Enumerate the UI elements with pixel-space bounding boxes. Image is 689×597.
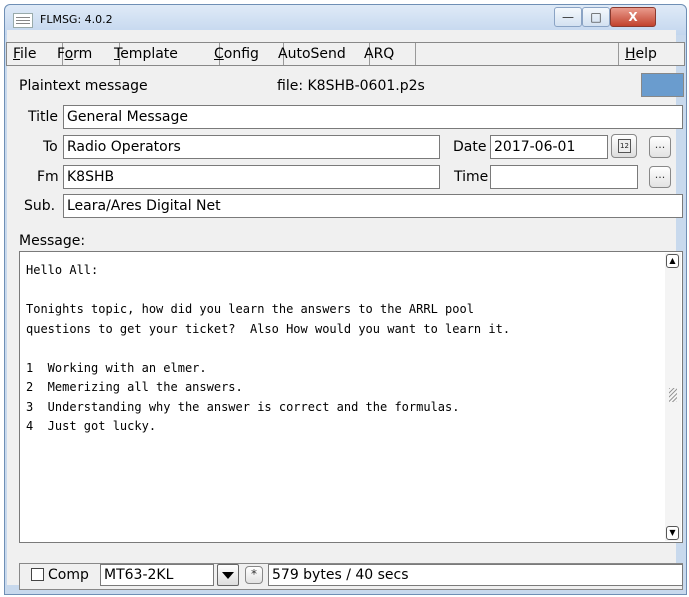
date-field[interactable]: 2017-06-01 xyxy=(490,135,608,159)
subject-field[interactable]: Leara/Ares Digital Net xyxy=(63,194,683,218)
form-type-label: Plaintext message xyxy=(19,78,148,94)
time-more-button[interactable]: ... xyxy=(649,166,671,188)
calendar-icon: 12 xyxy=(618,139,631,153)
comp-label: Comp xyxy=(48,567,89,583)
comp-checkbox[interactable] xyxy=(31,568,44,581)
fm-field[interactable]: K8SHB xyxy=(63,165,440,189)
star-button[interactable]: * xyxy=(245,566,263,584)
title-label: Title xyxy=(28,109,59,125)
menu-arq[interactable]: ARQ xyxy=(358,43,416,65)
menu-autosend[interactable]: AutoSend xyxy=(272,43,370,65)
app-icon xyxy=(13,13,33,28)
mode-dropdown-icon[interactable] xyxy=(217,564,239,586)
window-title: FLMSG: 4.0.2 xyxy=(40,13,113,26)
time-field[interactable] xyxy=(490,165,638,189)
to-label: To xyxy=(43,139,58,155)
scroll-up-icon[interactable]: ▲ xyxy=(666,254,679,268)
close-button[interactable]: X xyxy=(610,7,656,27)
file-name-label: file: K8SHB-0601.p2s xyxy=(277,78,425,94)
minimize-button[interactable]: — xyxy=(554,7,582,27)
calendar-button[interactable]: 12 xyxy=(611,134,637,158)
message-label: Message: xyxy=(19,233,86,249)
maximize-button[interactable]: □ xyxy=(582,7,610,27)
menu-bar: File Form Template Config AutoSend ARQ H… xyxy=(6,42,685,66)
date-label: Date xyxy=(453,139,487,155)
time-label: Time xyxy=(454,169,489,185)
status-indicator xyxy=(641,73,684,97)
title-field[interactable]: General Message xyxy=(63,105,683,129)
vertical-scrollbar[interactable]: ▲ ▼ xyxy=(665,253,681,541)
fm-label: Fm xyxy=(37,169,59,185)
menu-template[interactable]: Template xyxy=(108,43,220,65)
subject-label: Sub. xyxy=(24,198,56,214)
message-textarea[interactable]: Hello All: Tonights topic, how did you l… xyxy=(19,251,683,543)
message-text[interactable]: Hello All: Tonights topic, how did you l… xyxy=(26,261,666,437)
menu-help[interactable]: Help xyxy=(618,43,685,65)
date-more-button[interactable]: ... xyxy=(649,136,671,158)
resize-grip-icon xyxy=(669,388,677,402)
transfer-info-field: 579 bytes / 40 secs xyxy=(268,564,683,586)
mode-select[interactable]: MT63-2KL xyxy=(100,564,214,586)
to-field[interactable]: Radio Operators xyxy=(63,135,440,159)
scroll-down-icon[interactable]: ▼ xyxy=(666,526,679,540)
